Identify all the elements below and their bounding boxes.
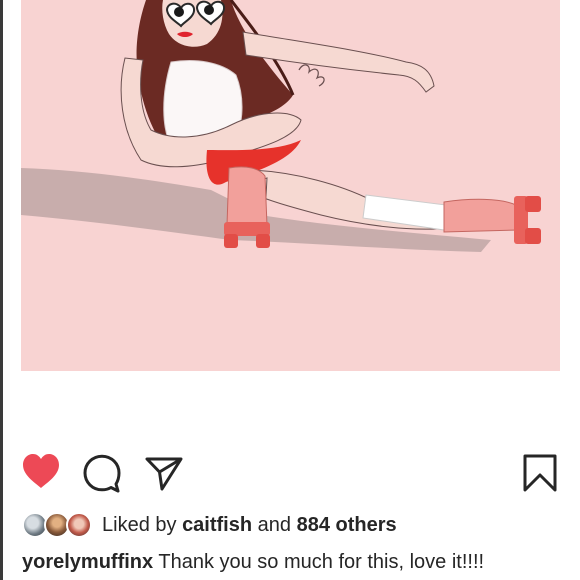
comment-button[interactable] xyxy=(80,450,124,494)
paper-plane-icon xyxy=(145,457,183,491)
caption-username[interactable]: yorelymuffinx xyxy=(22,551,153,573)
post-image[interactable] xyxy=(21,0,560,371)
comment-bubble-icon xyxy=(83,454,121,493)
share-button[interactable] xyxy=(143,450,187,494)
likes-conjunction: and xyxy=(257,513,292,536)
liker-username-link[interactable]: caitfish xyxy=(182,514,252,536)
likes-text: Liked by caitfish and 884 others xyxy=(102,514,397,537)
save-button[interactable] xyxy=(518,450,562,494)
post-caption: yorelymuffinx Thank you so much for this… xyxy=(22,551,578,574)
like-button[interactable] xyxy=(19,450,63,494)
likes-prefix: Liked by xyxy=(102,513,177,536)
likes-summary: Liked by caitfish and 884 others xyxy=(22,510,397,540)
heart-filled-icon xyxy=(23,454,59,488)
avatar xyxy=(66,512,92,538)
bookmark-icon xyxy=(523,454,557,492)
liker-avatars[interactable] xyxy=(22,510,96,540)
caption-text: Thank you so much for this, love it!!!! xyxy=(158,551,485,573)
likes-others-link[interactable]: 884 others xyxy=(297,514,397,536)
roller-skater-illustration xyxy=(21,0,541,252)
post-actions-bar xyxy=(0,450,580,498)
